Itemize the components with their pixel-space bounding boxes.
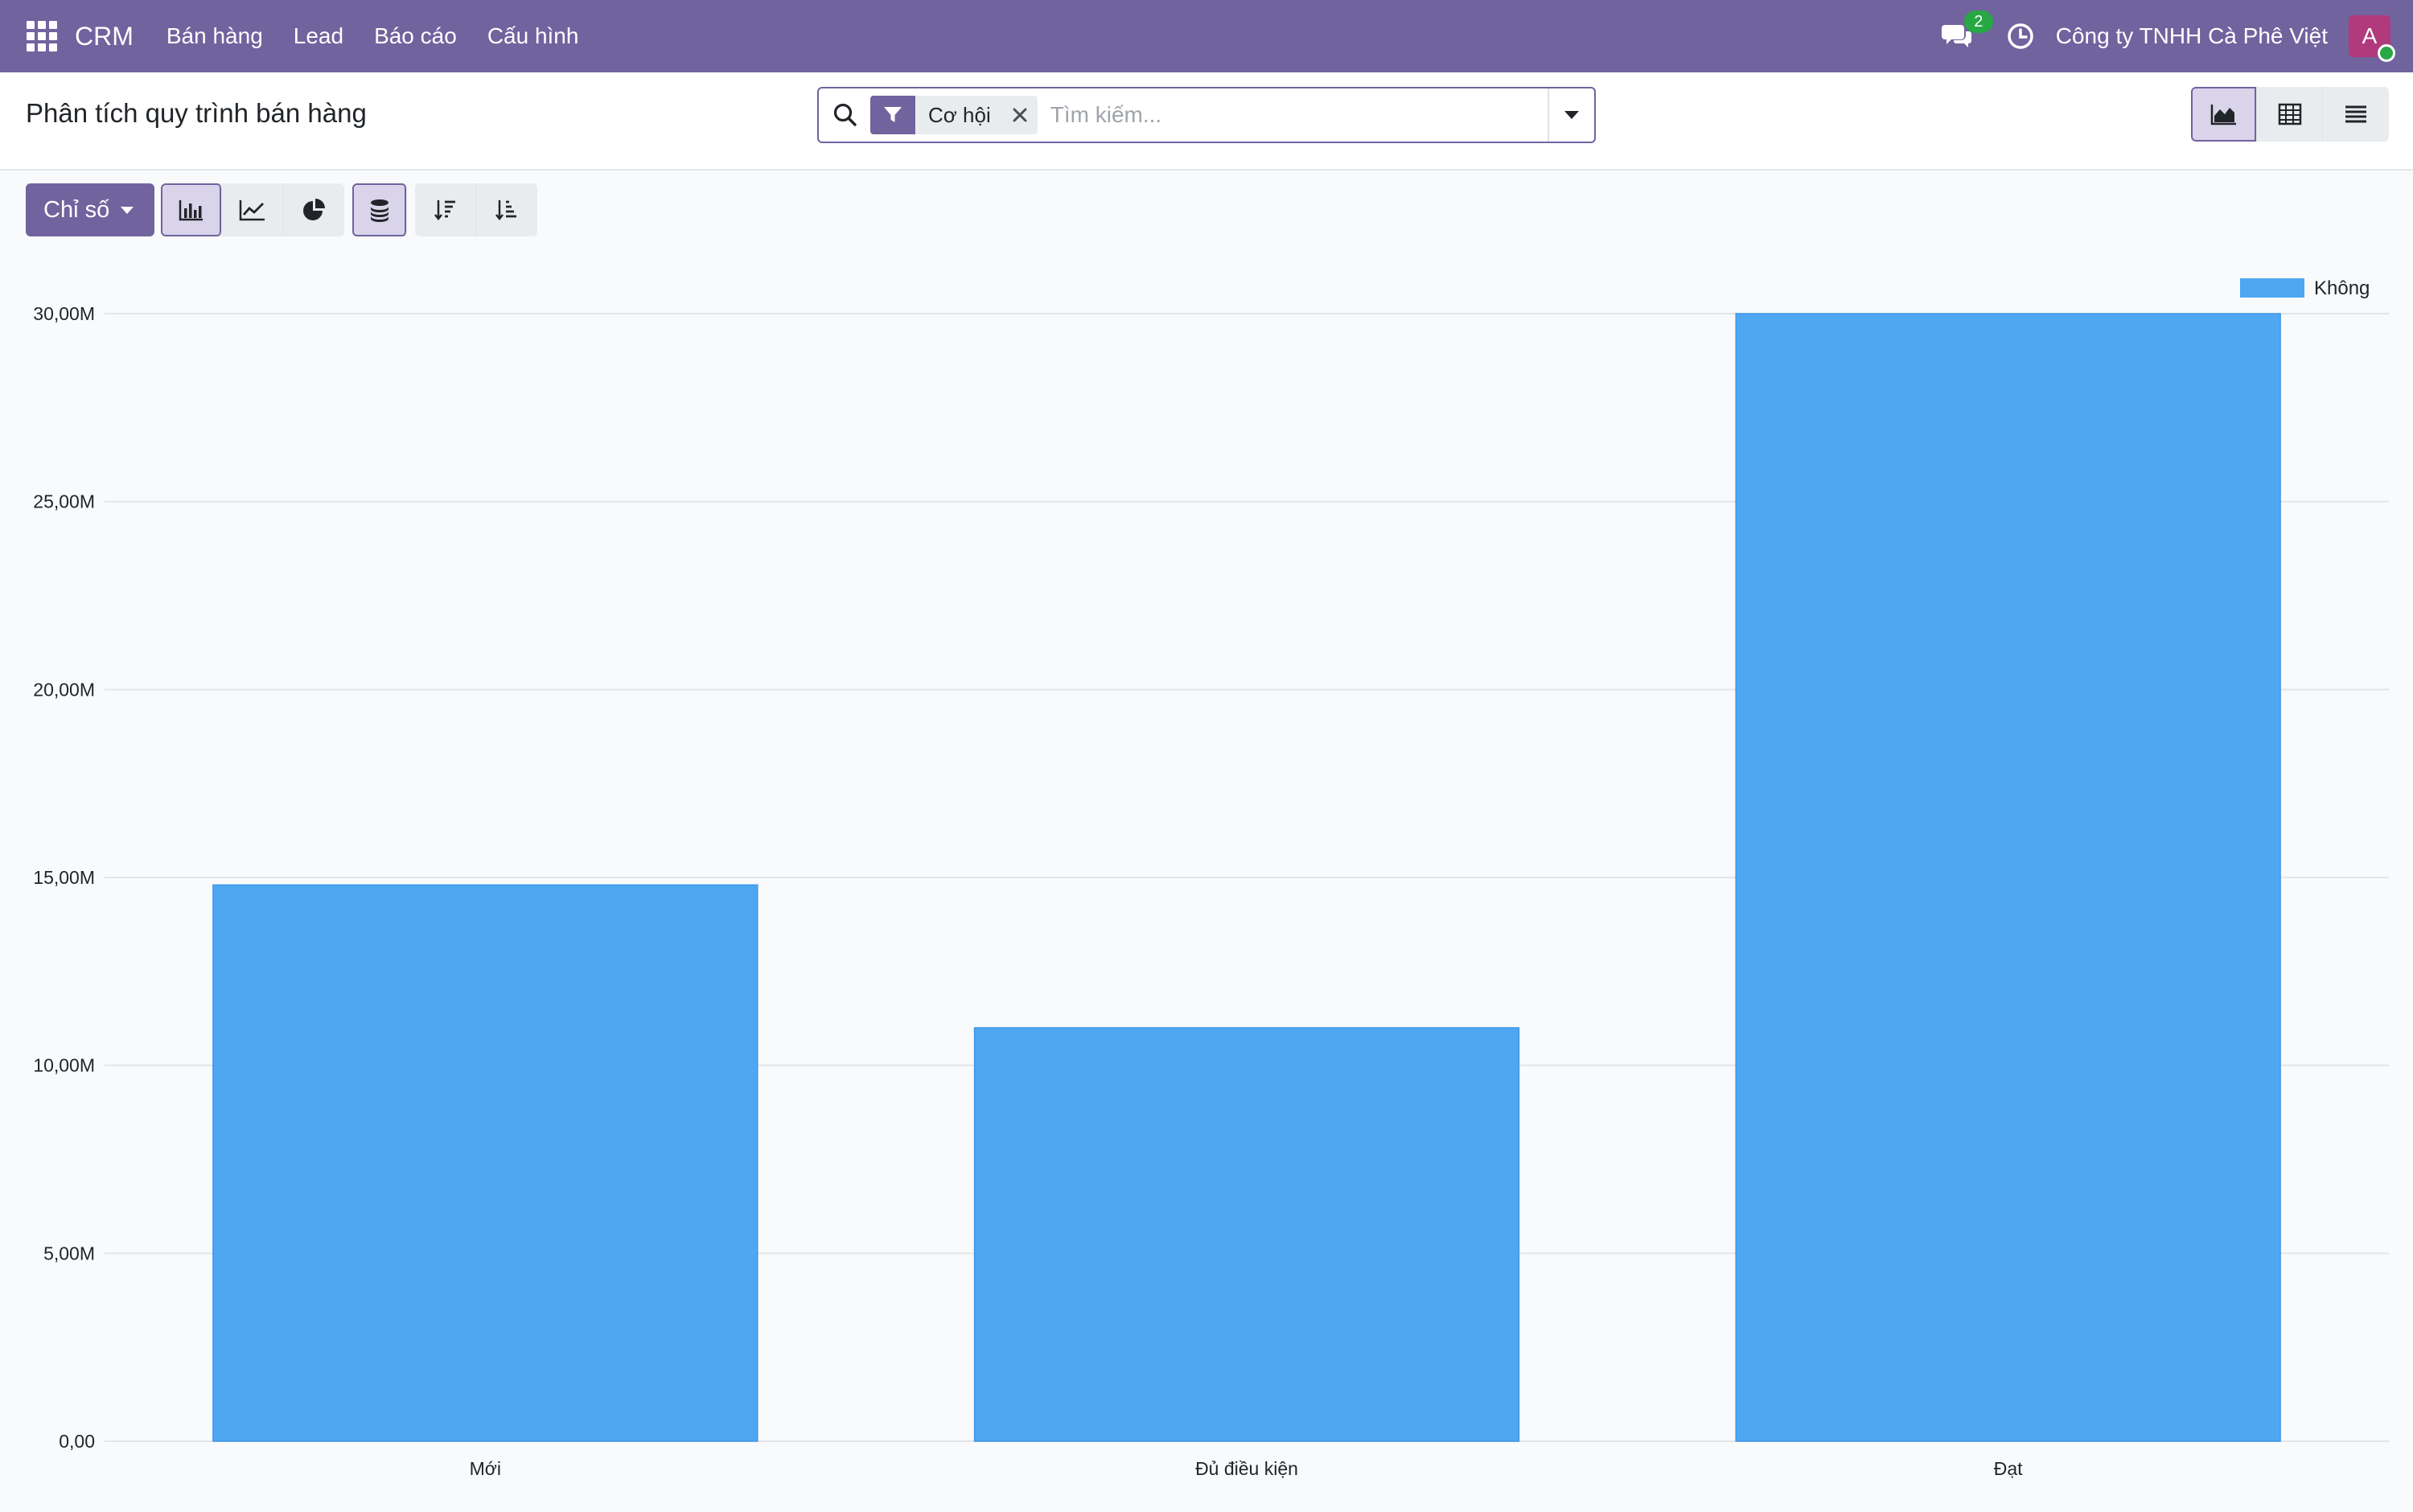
navbar-systray: 2 Công ty TNHH Cà Phê Việt A [1941, 0, 2413, 72]
search-facet: Cơ hội [870, 96, 1038, 134]
sort-ascending-icon [495, 200, 517, 221]
stacked-toggle-button[interactable] [352, 183, 408, 236]
measures-dropdown-button[interactable]: Chỉ số [26, 183, 155, 236]
graph-view-icon [2210, 105, 2236, 125]
pivot-view-icon [2278, 103, 2301, 125]
clock-icon[interactable] [2006, 22, 2035, 51]
y-tick-label: 20,00M [33, 679, 95, 700]
avatar-letter: A [2362, 23, 2378, 48]
y-tick-label: 5,00M [43, 1243, 95, 1263]
pivot-view-button[interactable] [2257, 87, 2323, 142]
search-icon [832, 101, 859, 129]
apps-grid-icon[interactable] [27, 21, 57, 51]
pie-chart-button[interactable] [283, 183, 345, 236]
bar-chart-icon [179, 200, 203, 221]
company-switcher[interactable]: Công ty TNHH Cà Phê Việt [2056, 23, 2328, 49]
graph-chart-area: 0,00 5,00M 10,00M 15,00M 20,00M 25,00M 30,00M M… [0, 241, 2413, 1512]
x-tick-label: Đạt [1994, 1458, 2023, 1479]
close-icon[interactable] [1002, 96, 1038, 134]
chat-count-badge: 2 [1963, 10, 1993, 33]
graph-toolbar: Chỉ số [26, 183, 538, 236]
chat-icon[interactable]: 2 [1941, 10, 1993, 52]
line-chart-button[interactable] [222, 183, 284, 236]
y-tick-label: 25,00M [33, 491, 95, 512]
page-title: Phân tích quy trình bán hàng [26, 98, 367, 128]
chart-type-group [161, 183, 345, 236]
user-avatar[interactable]: A [2349, 15, 2395, 62]
top-navbar: CRM Bán hàng Lead Báo cáo Cấu hình 2 Côn… [0, 0, 2413, 72]
menu-item-configuration[interactable]: Cấu hình [487, 23, 579, 49]
bar-chart: 0,00 5,00M 10,00M 15,00M 20,00M 25,00M 30,00M M… [33, 277, 2389, 1479]
measures-label: Chỉ số [43, 196, 110, 223]
bar[interactable] [1735, 313, 2281, 1442]
view-switcher [2191, 87, 2389, 142]
menu-item-lead[interactable]: Lead [294, 23, 343, 49]
search-input[interactable] [1037, 91, 1548, 139]
facet-label: Cơ hội [928, 102, 991, 127]
search-bar[interactable]: Cơ hội [817, 87, 1596, 143]
list-view-button[interactable] [2323, 87, 2389, 142]
sort-ascending-button[interactable] [476, 183, 538, 236]
graph-view-button[interactable] [2191, 87, 2257, 142]
bar[interactable] [973, 1027, 1520, 1442]
y-tick-label: 30,00M [33, 303, 95, 324]
stacked-icon [370, 199, 388, 222]
y-tick-label: 10,00M [33, 1055, 95, 1076]
x-tick-label: Mới [470, 1458, 501, 1479]
list-view-icon [2345, 105, 2366, 123]
menu-item-reporting[interactable]: Báo cáo [374, 23, 457, 49]
pie-chart-icon [303, 199, 326, 220]
sort-descending-icon [434, 200, 455, 221]
legend-label[interactable]: Không [2314, 277, 2370, 299]
y-tick-label: 0,00 [59, 1431, 95, 1452]
control-panel: Phân tích quy trình bán hàng Cơ hội [0, 72, 2413, 171]
menu-item-sales[interactable]: Bán hàng [166, 23, 263, 49]
line-chart-icon [239, 200, 265, 221]
caret-down-icon [121, 206, 134, 214]
bar[interactable] [212, 884, 758, 1442]
y-tick-label: 15,00M [33, 867, 95, 888]
online-status-icon [2378, 44, 2395, 62]
app-brand[interactable]: CRM [75, 22, 134, 51]
filter-icon [870, 96, 915, 134]
x-tick-label: Đủ điều kiện [1195, 1458, 1298, 1479]
legend-swatch[interactable] [2240, 278, 2304, 298]
search-options-toggle[interactable] [1548, 88, 1594, 142]
bar-chart-button[interactable] [161, 183, 223, 236]
sort-descending-button[interactable] [415, 183, 477, 236]
sort-group [415, 183, 538, 236]
